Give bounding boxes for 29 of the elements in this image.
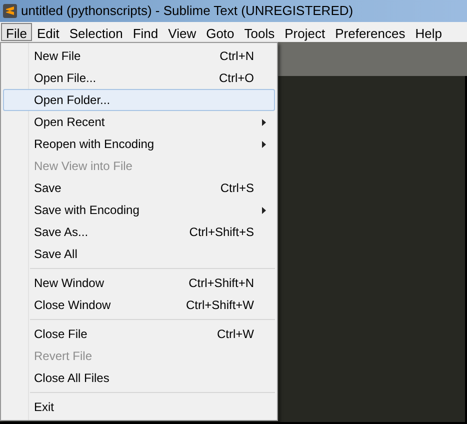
menu-item[interactable]: Save with Encoding	[3, 199, 275, 221]
menu-item[interactable]: Close Window Ctrl+Shift+W	[3, 294, 275, 316]
menu-tab[interactable]: Find	[128, 23, 164, 41]
menu-item[interactable]: New Window Ctrl+Shift+N	[3, 272, 275, 294]
menu-item[interactable]: Open Recent	[3, 111, 275, 133]
window-title: untitled (pythonscripts) - Sublime Text (UNREGISTERED)	[21, 2, 354, 20]
menu-tab[interactable]: Project	[280, 23, 330, 41]
menu-item[interactable]: Open File... Ctrl+O	[3, 67, 275, 89]
menu-item[interactable]: Open Folder...	[3, 89, 275, 111]
menu-item[interactable]: Save Ctrl+S	[3, 177, 275, 199]
menu-item[interactable]: Exit	[3, 396, 275, 418]
app-logo-icon	[3, 4, 17, 18]
submenu-arrow-icon	[262, 207, 266, 214]
menu-tab[interactable]: File	[1, 23, 32, 41]
menu-tab[interactable]: Help	[410, 23, 447, 41]
menu-tab[interactable]: View	[163, 23, 202, 41]
menu-tab[interactable]: Tools	[239, 23, 280, 41]
menu-item[interactable]: Close File Ctrl+W	[3, 323, 275, 345]
menu-tab[interactable]: Edit	[32, 23, 64, 41]
menu-tab[interactable]: Selection	[64, 23, 128, 41]
menu-tab[interactable]: Preferences	[330, 23, 410, 41]
menu-tab[interactable]: Goto	[201, 23, 240, 41]
submenu-arrow-icon	[262, 119, 266, 126]
submenu-arrow-icon	[262, 141, 266, 148]
menu-item[interactable]: New File Ctrl+N	[3, 45, 275, 67]
menu-item[interactable]: Save As... Ctrl+Shift+S	[3, 221, 275, 243]
menu-item[interactable]: Close All Files	[3, 367, 275, 389]
menu-item[interactable]: Reopen with Encoding	[3, 133, 275, 155]
menu-item[interactable]: Save All	[3, 243, 275, 265]
